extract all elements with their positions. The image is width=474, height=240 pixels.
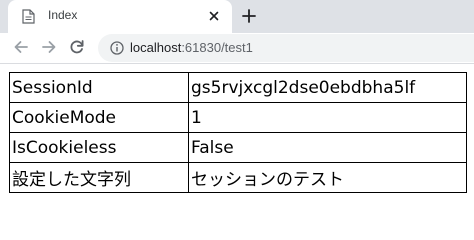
plus-icon[interactable] <box>240 7 258 25</box>
table-row: 設定した文字列 セッションのテスト <box>9 162 467 193</box>
close-icon[interactable] <box>206 8 222 24</box>
address-bar[interactable]: localhost:61830/test1 <box>98 34 474 62</box>
table-cell-key: 設定した文字列 <box>9 162 189 193</box>
reload-icon[interactable] <box>68 38 86 56</box>
back-arrow-icon[interactable] <box>12 38 30 56</box>
table-row: SessionId gs5rvjxcgl2dse0ebdbha5lf <box>9 72 467 103</box>
info-icon[interactable] <box>110 41 124 55</box>
table-cell-key: CookieMode <box>9 102 189 133</box>
tab-title: Index <box>48 8 78 22</box>
url-path: :61830/test1 <box>181 40 253 55</box>
table-cell-key: IsCookieless <box>9 132 189 163</box>
url-text[interactable]: localhost:61830/test1 <box>130 40 253 55</box>
tab-strip: Index <box>0 0 474 33</box>
forward-arrow-icon[interactable] <box>40 38 58 56</box>
page-content: SessionId gs5rvjxcgl2dse0ebdbha5lf Cooki… <box>0 64 474 206</box>
table-cell-value: セッションのテスト <box>188 162 467 193</box>
table-row: IsCookieless False <box>9 132 467 163</box>
session-table: SessionId gs5rvjxcgl2dse0ebdbha5lf Cooki… <box>9 72 467 193</box>
document-icon <box>22 9 35 24</box>
table-row: CookieMode 1 <box>9 102 467 133</box>
tab-index[interactable]: Index <box>8 0 232 33</box>
table-cell-key: SessionId <box>9 72 189 103</box>
table-cell-value: 1 <box>188 102 467 133</box>
url-host: localhost <box>130 40 182 55</box>
table-cell-value: gs5rvjxcgl2dse0ebdbha5lf <box>188 72 467 103</box>
browser-toolbar: localhost:61830/test1 <box>0 33 474 64</box>
table-cell-value: False <box>188 132 467 163</box>
